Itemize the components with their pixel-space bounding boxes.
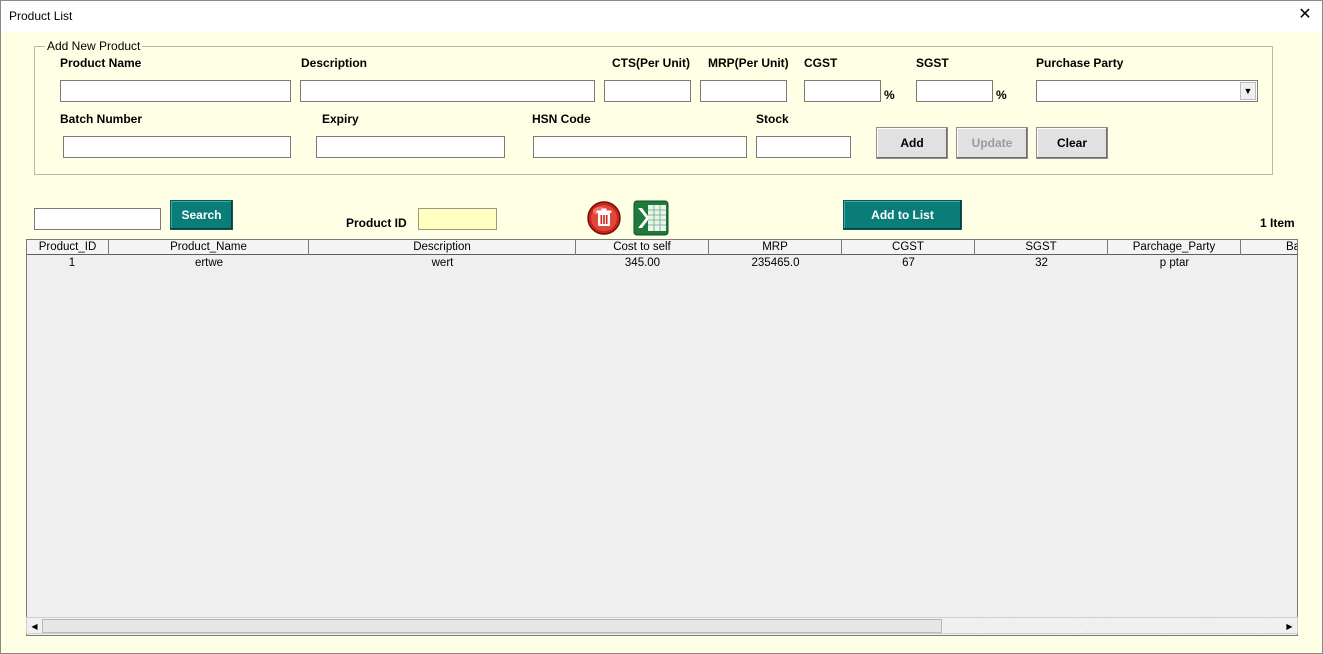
batch-number-field[interactable] — [63, 136, 291, 158]
cgst-label: CGST — [804, 56, 838, 70]
sgst-label: SGST — [916, 56, 949, 70]
product-list-window: Product List ✕ Add New Product Product N… — [0, 0, 1323, 654]
product-name-field[interactable] — [60, 80, 291, 102]
excel-icon[interactable] — [632, 199, 670, 237]
purchase-party-select[interactable]: ▼ — [1036, 80, 1258, 102]
title-bar: Product List ✕ — [1, 1, 1322, 32]
description-label: Description — [301, 56, 368, 70]
scrollbar-track[interactable] — [943, 619, 1273, 633]
item-count: 1 Item — [1260, 216, 1295, 230]
table-cell: 235465.0 — [751, 257, 800, 269]
column-header[interactable]: MRP — [709, 240, 842, 255]
client-area: Add New Product Product Name Description… — [1, 32, 1322, 653]
column-header[interactable]: Parchage_Party — [1108, 240, 1241, 255]
column-header[interactable]: Batch — [1241, 240, 1297, 255]
cgst-percent-sign: % — [884, 88, 895, 102]
product-name-label: Product Name — [60, 56, 142, 70]
group-legend: Add New Product — [47, 39, 141, 53]
table-cell: 67 — [902, 257, 915, 269]
column-header[interactable]: Description — [309, 240, 576, 255]
search-input[interactable] — [34, 208, 161, 230]
table-cell: ertwe — [194, 257, 224, 269]
sgst-field[interactable] — [916, 80, 993, 102]
column-header[interactable]: CGST — [842, 240, 975, 255]
delete-icon[interactable] — [586, 200, 622, 236]
hsn-code-label: HSN Code — [532, 112, 591, 126]
window-title: Product List — [9, 9, 73, 23]
product-list-view[interactable]: Product_ID Product_Name Description Cost… — [26, 239, 1298, 636]
sgst-percent-sign: % — [996, 88, 1007, 102]
chevron-down-icon[interactable]: ▼ — [1240, 82, 1256, 100]
column-header[interactable]: Cost to self — [576, 240, 709, 255]
hsn-code-field[interactable] — [533, 136, 747, 158]
table-cell: p ptar — [1159, 257, 1190, 269]
cts-field[interactable] — [604, 80, 691, 102]
clear-button[interactable]: Clear — [1036, 127, 1108, 159]
column-header[interactable]: Product_ID — [27, 240, 109, 255]
list-header: Product_ID Product_Name Description Cost… — [27, 240, 1297, 255]
mrp-label: MRP(Per Unit) — [708, 56, 789, 70]
purchase-party-label: Purchase Party — [1036, 56, 1124, 70]
scroll-left-icon[interactable]: ◀ — [28, 619, 41, 633]
expiry-label: Expiry — [322, 112, 359, 126]
table-row[interactable]: 1 ertwe wert 345.00 235465.0 67 32 p pta… — [27, 256, 1297, 270]
close-icon[interactable]: ✕ — [1296, 6, 1314, 24]
scroll-right-icon[interactable]: ▶ — [1283, 619, 1296, 633]
table-cell: 1 — [68, 257, 76, 269]
stock-field[interactable] — [756, 136, 851, 158]
product-id-field[interactable] — [418, 208, 497, 230]
search-button[interactable]: Search — [170, 200, 233, 230]
table-cell — [1241, 256, 1297, 270]
column-header[interactable]: Product_Name — [109, 240, 309, 255]
batch-number-label: Batch Number — [60, 112, 143, 126]
add-to-list-button[interactable]: Add to List — [843, 200, 962, 230]
add-button[interactable]: Add — [876, 127, 948, 159]
update-button[interactable]: Update — [956, 127, 1028, 159]
cts-label: CTS(Per Unit) — [612, 56, 690, 70]
product-id-label: Product ID — [346, 216, 407, 230]
description-field[interactable] — [300, 80, 595, 102]
column-header[interactable]: SGST — [975, 240, 1108, 255]
table-cell: wert — [431, 257, 454, 269]
expiry-field[interactable] — [316, 136, 505, 158]
table-cell: 32 — [1035, 257, 1048, 269]
horizontal-scrollbar[interactable]: ◀ ▶ — [26, 617, 1298, 634]
mrp-field[interactable] — [700, 80, 787, 102]
scrollbar-thumb[interactable] — [42, 619, 942, 633]
stock-label: Stock — [756, 112, 789, 126]
cgst-field[interactable] — [804, 80, 881, 102]
table-cell: 345.00 — [624, 257, 661, 269]
